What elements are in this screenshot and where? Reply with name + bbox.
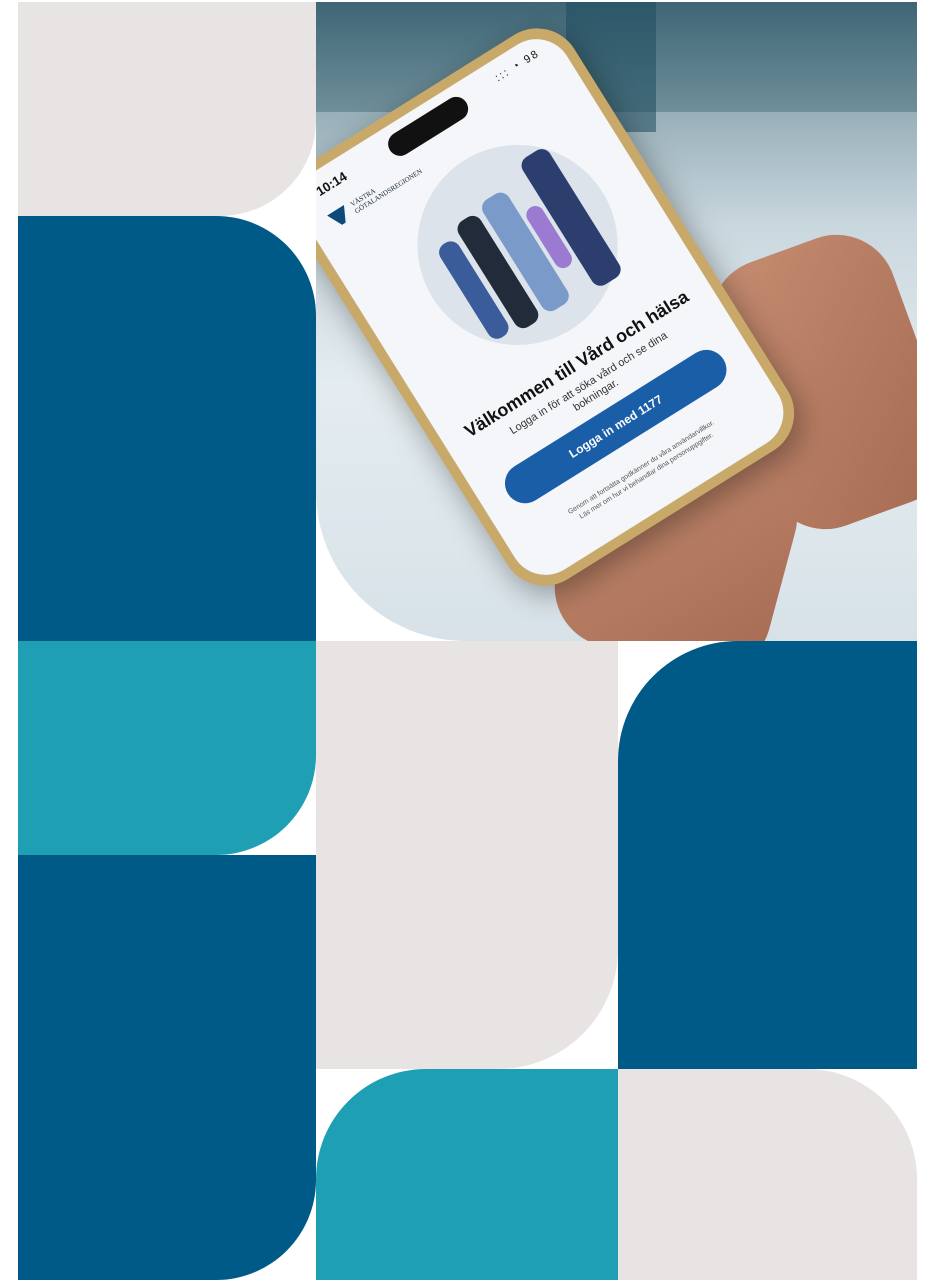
tile-blue-left [18,216,316,641]
tile-blue-bottom-left [18,855,316,1280]
phone-photo: 10:14 ::: ◔ 98 VÄSTRA GÖTALANDSREGIONEN … [316,2,917,641]
brand: VÄSTRA GÖTALANDSREGIONEN [327,154,434,229]
tile-teal-bottom-middle [316,1069,618,1280]
tile-teal-left [18,641,316,855]
brand-name: VÄSTRA GÖTALANDSREGIONEN [349,167,424,216]
tile-light-middle [316,641,618,1069]
tile-light-top-left [18,2,316,216]
tile-light-bottom-right [618,1069,917,1280]
tile-blue-right [618,641,917,1069]
vgr-logo-icon [327,205,352,229]
status-time: 10:14 [316,168,350,199]
